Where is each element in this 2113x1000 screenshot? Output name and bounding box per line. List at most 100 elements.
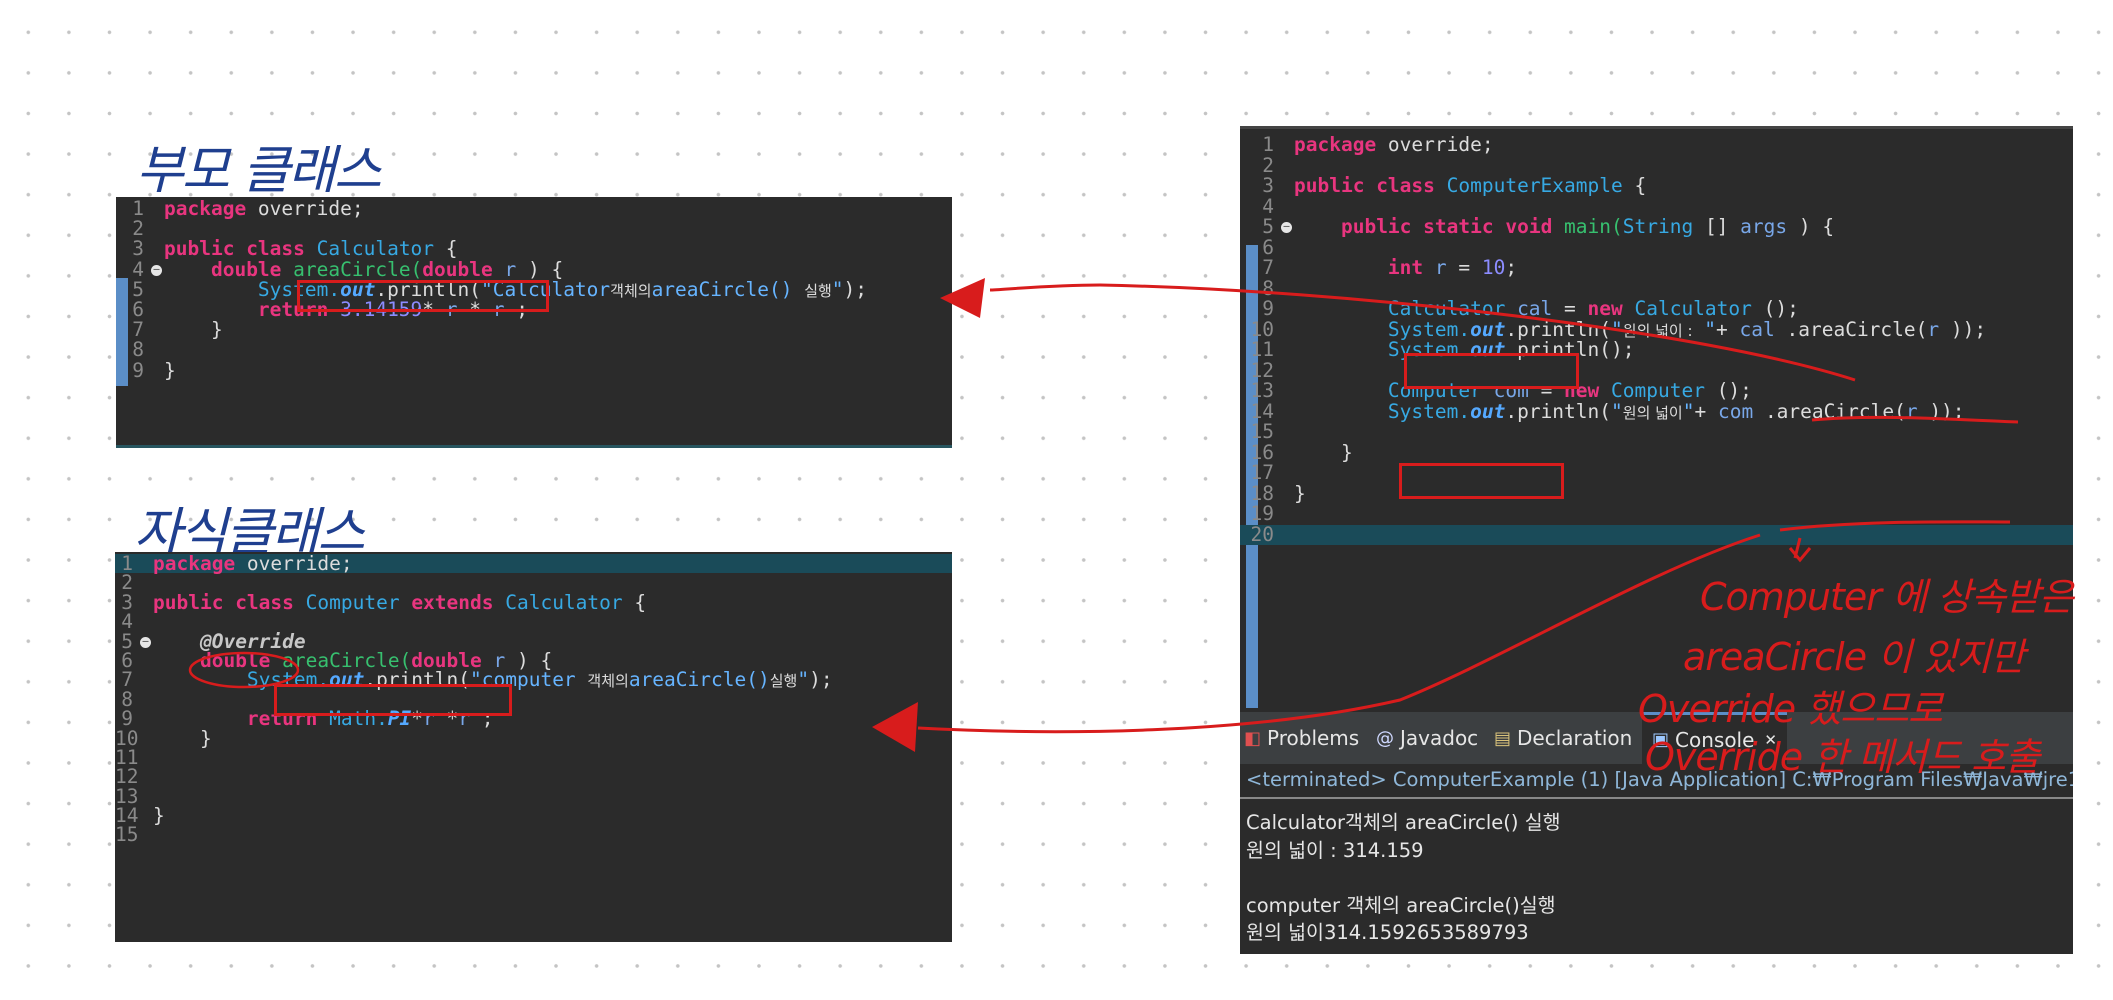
code-token: ": [1611, 399, 1623, 423]
code-token: 객체의: [587, 672, 629, 691]
code-line: 2: [1240, 153, 2073, 177]
console-output-line: Calculator객체의 areaCircle() 실행: [1246, 811, 1561, 834]
line-number: 4: [1262, 194, 1274, 218]
code-token: ;: [1505, 256, 1518, 279]
line-number: 2: [132, 217, 144, 241]
line-number: 9: [1262, 297, 1274, 320]
code-token: .println(: [1505, 399, 1612, 423]
code-token: class: [1376, 174, 1447, 197]
code-line: 12: [115, 767, 952, 787]
code-line: 18}: [1240, 481, 2073, 505]
fold-toggle-icon[interactable]: –: [151, 264, 162, 276]
line-number: 2: [1262, 153, 1274, 177]
line-number: 13: [1250, 379, 1274, 402]
code-token: .areaCircle(: [1764, 399, 1906, 423]
code-line: 15: [115, 825, 952, 845]
code-token: +: [1694, 399, 1718, 423]
code-token: 원의 넓이 :: [1622, 321, 1693, 340]
line-number: 18: [1250, 481, 1274, 505]
tab-problems[interactable]: ◧ Problems: [1244, 712, 1359, 764]
code-token: );: [809, 668, 833, 692]
code-token: class: [235, 590, 306, 614]
code-token: int: [1387, 256, 1435, 279]
line-number: 11: [1250, 338, 1274, 361]
code-line: 1 package override;: [116, 197, 952, 220]
code-token: ComputerExample: [1446, 174, 1635, 197]
code-line: 15: [1240, 420, 2073, 443]
code-token: package: [164, 197, 258, 220]
line-number: 14: [1250, 399, 1274, 423]
computer-code-lines: 1 package override; 2 3 public class Compute…: [115, 554, 952, 845]
code-token: areaCircle(): [628, 668, 770, 692]
code-token: override;: [257, 197, 364, 220]
code-line: 16 }: [1240, 440, 2073, 464]
line-number: 9: [121, 707, 133, 731]
code-line: 5– public static void main(String [] arg…: [1240, 215, 2073, 238]
code-token: void: [1505, 215, 1565, 238]
code-token: ));: [1929, 399, 1965, 423]
code-token: {: [1634, 174, 1647, 197]
code-token: 10: [1481, 256, 1506, 279]
calculator-code-editor[interactable]: 1 package override; 2 3 public class Calcula…: [116, 197, 952, 448]
line-number: 12: [1250, 358, 1274, 382]
console-output-line: 원의 넓이 : 314.159: [1246, 839, 1424, 862]
code-token: main(: [1564, 215, 1623, 238]
tab-declaration[interactable]: ▤ Declaration: [1494, 712, 1632, 764]
annotation-line: areaCircle 이 있지만: [1683, 635, 2025, 679]
code-token: r: [1905, 399, 1930, 423]
line-number: 10: [1250, 317, 1274, 341]
code-line: 9 Calculator cal = new Calculator ();: [1240, 297, 2073, 320]
code-token: }: [1294, 440, 1353, 464]
code-line: 20: [1240, 524, 2073, 545]
annotation-line: Computer 에 상속받은: [1700, 575, 2074, 619]
line-number: 7: [132, 318, 144, 342]
line-number: 9: [132, 358, 144, 382]
highlight-box: [297, 280, 549, 312]
code-line: 14}: [115, 804, 952, 828]
code-line: 1 package override;: [1240, 133, 2073, 156]
code-token: .areaCircle(: [1786, 317, 1928, 341]
annotation-line: Override 한 메서드 호출: [1645, 735, 2040, 779]
code-token: public: [1294, 174, 1377, 197]
declaration-icon: ▤: [1494, 727, 1512, 749]
line-number: 6: [1262, 235, 1274, 259]
code-token: }: [153, 804, 165, 828]
console-output-line: computer 객체의 areaCircle()실행: [1246, 894, 1556, 917]
line-number: 5: [1262, 215, 1274, 238]
code-token: cal: [1739, 317, 1787, 341]
code-token: ));: [1950, 317, 1987, 341]
code-line: 19: [1240, 503, 2073, 525]
line-number: 7: [121, 668, 133, 692]
code-token: ": [797, 668, 810, 692]
code-line: 8: [116, 340, 952, 360]
console-view[interactable]: <terminated> ComputerExample (1) [Java A…: [1240, 764, 2073, 954]
line-number: 1: [1262, 133, 1274, 156]
code-token: 실행: [769, 672, 798, 691]
line-number: 15: [1250, 420, 1274, 443]
code-line: 14 System.out.println("원의 넓이"+ com .area…: [1240, 399, 2073, 423]
tab-javadoc[interactable]: @ Javadoc: [1376, 712, 1478, 764]
code-token: ": [1692, 317, 1717, 341]
highlight-box: [274, 684, 512, 716]
code-token: r: [1434, 256, 1459, 279]
code-token: []: [1704, 215, 1741, 238]
annotation-line: Override 했으므로: [1638, 687, 1943, 731]
code-token: );: [843, 277, 868, 301]
code-token: Calculator: [505, 590, 635, 614]
line-number: 10: [115, 726, 139, 750]
code-token: }: [153, 726, 212, 750]
line-number: 8: [1262, 276, 1274, 300]
code-line: 9 return Math.PI*r *r ;: [115, 707, 952, 731]
code-line: 3 public class Computer extends Calculato…: [115, 590, 952, 614]
code-line: 7 System.out.println("computer 객체의areaCi…: [115, 668, 952, 692]
fold-toggle-icon[interactable]: –: [1281, 222, 1292, 233]
code-token: ) {: [1798, 215, 1835, 238]
code-token: +: [1716, 317, 1740, 341]
code-token: ": [831, 277, 844, 301]
computer-code-editor[interactable]: 1 package override; 2 3 public class Compute…: [115, 552, 952, 942]
console-output-line: 원의 넓이314.1592653589793: [1246, 921, 1529, 944]
code-token: }: [164, 358, 176, 382]
fold-toggle-icon[interactable]: –: [140, 636, 151, 648]
